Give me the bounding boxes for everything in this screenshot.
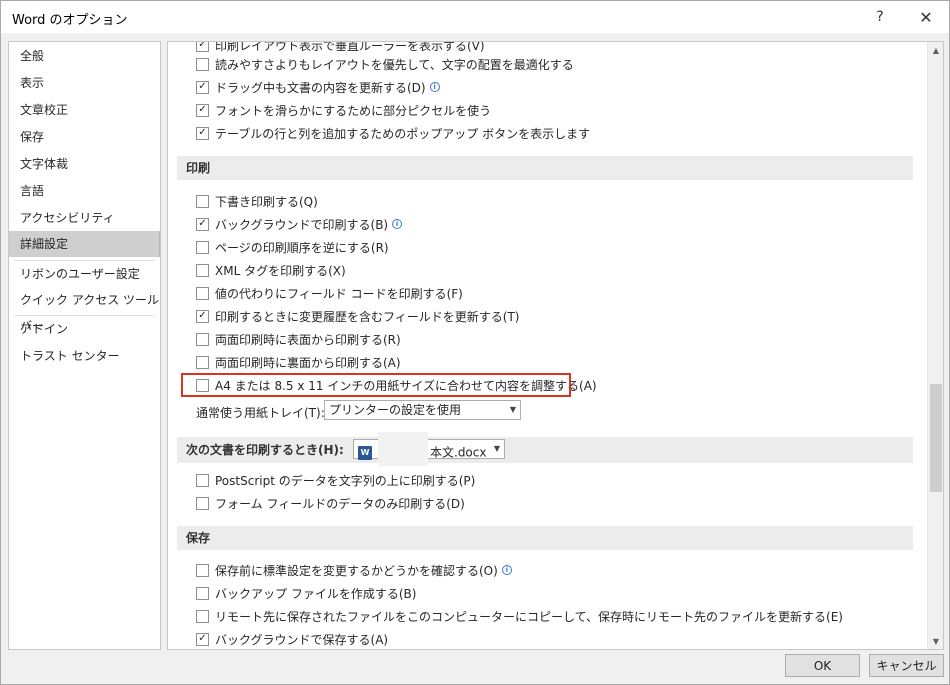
section-header-print-document: 次の文書を印刷するとき(H): [177,437,913,463]
checkbox[interactable]: ✓ [196,103,209,117]
nav-item-proofing[interactable]: 文章校正 [9,97,160,123]
word-document-icon: W [358,446,372,460]
nav-item-advanced[interactable]: 詳細設定 [9,231,160,257]
options-panel: ✓ 印刷レイアウト表示で垂直ルーラーを表示する(V) 読みやすさよりもレイアウトを… [167,41,944,650]
checkbox[interactable] [196,194,209,208]
scroll-down-arrow-icon[interactable]: ▼ [928,633,943,649]
option-print-xml-tags[interactable]: XML タグを印刷する(X) [196,260,346,280]
checkbox[interactable] [196,286,209,300]
info-icon[interactable]: i [429,82,440,92]
checkbox[interactable] [196,57,209,71]
checkbox[interactable] [196,355,209,369]
checkbox[interactable]: ✓ [196,42,209,52]
nav-item-display[interactable]: 表示 [9,70,160,96]
category-nav: 全般 表示 文章校正 保存 文字体裁 言語 アクセシビリティ 詳細設定 リボンの… [8,41,161,650]
checkbox[interactable] [196,586,209,600]
checkbox[interactable] [196,609,209,623]
ok-button[interactable]: OK [785,654,860,677]
option-prompt-before-saving-normal[interactable]: 保存前に標準設定を変更するかどうかを確認する(O) i [196,560,512,580]
chevron-down-icon: ▼ [493,444,500,453]
word-options-dialog: Word のオプション ? ✕ 全般 表示 文章校正 保存 文字体裁 言語 アク… [0,0,950,685]
option-table-popup-buttons[interactable]: ✓ テーブルの行と列を追加するためのポップアップ ボタンを表示します [196,123,590,143]
option-print-background[interactable]: ✓ バックグラウンドで印刷する(B) i [196,214,403,234]
close-button[interactable]: ✕ [903,1,949,33]
help-icon: ? [876,9,884,25]
nav-item-accessibility[interactable]: アクセシビリティ [9,205,160,231]
checkbox[interactable]: ✓ [196,632,209,646]
close-icon: ✕ [919,7,933,27]
nav-item-addins[interactable]: アドイン [9,316,160,342]
checkbox[interactable] [196,496,209,510]
cancel-button[interactable]: キャンセル [869,654,944,677]
window-title: Word のオプション [12,13,128,28]
option-background-save[interactable]: ✓ バックグラウンドで保存する(A) [196,629,388,649]
paper-tray-dropdown[interactable]: プリンターの設定を使用 ▼ [324,400,521,420]
option-subpixel-positioning[interactable]: ✓ フォントを滑らかにするために部分ピクセルを使う [196,100,491,120]
option-optimize-character-positioning[interactable]: 読みやすさよりもレイアウトを優先して、文字の配置を最適化する [196,54,574,74]
checkbox[interactable] [196,240,209,254]
scroll-up-arrow-icon[interactable]: ▲ [928,42,943,58]
option-vertical-ruler[interactable]: ✓ 印刷レイアウト表示で垂直ルーラーを表示する(V) [196,42,485,55]
nav-item-trust-center[interactable]: トラスト センター [9,343,160,369]
help-button[interactable]: ? [857,1,903,33]
option-duplex-front[interactable]: 両面印刷時に表面から印刷する(R) [196,329,401,349]
checkbox[interactable] [196,332,209,346]
chevron-down-icon: ▼ [509,405,516,414]
title-bar: Word のオプション ? ✕ [1,1,949,33]
option-copy-remote-files[interactable]: リモート先に保存されたファイルをこのコンピューターにコピーして、保存時にリモート… [196,606,843,626]
option-reverse-print-order[interactable]: ページの印刷順序を逆にする(R) [196,237,389,257]
nav-item-language[interactable]: 言語 [9,178,160,204]
checkbox[interactable] [196,263,209,277]
checkbox[interactable]: ✓ [196,80,209,94]
option-print-form-data-only[interactable]: フォーム フィールドのデータのみ印刷する(D) [196,493,465,513]
document-dropdown[interactable]: W 本文.docx ▼ [353,432,505,466]
checkbox[interactable]: ✓ [196,309,209,323]
option-duplex-back[interactable]: 両面印刷時に裏面から印刷する(A) [196,352,401,372]
option-update-while-dragging[interactable]: ✓ ドラッグ中も文書の内容を更新する(D) i [196,77,440,97]
section-header-save: 保存 [177,526,913,550]
option-update-tracked-fields[interactable]: ✓ 印刷するときに変更履歴を含むフィールドを更新する(T) [196,306,519,326]
checkbox[interactable]: ✓ [196,126,209,140]
highlight-box [181,373,571,397]
redacted-area [378,432,428,466]
vertical-scrollbar[interactable]: ▲ ▼ [927,42,943,649]
scroll-thumb[interactable] [930,384,942,492]
checkbox[interactable] [196,473,209,487]
checkbox[interactable] [196,563,209,577]
option-print-field-codes[interactable]: 値の代わりにフィールド コードを印刷する(F) [196,283,463,303]
option-draft-print[interactable]: 下書き印刷する(Q) [196,191,318,211]
option-postscript-over-text[interactable]: PostScript のデータを文字列の上に印刷する(P) [196,470,475,490]
section-header-print: 印刷 [177,156,913,180]
nav-item-general[interactable]: 全般 [9,43,160,69]
info-icon[interactable]: i [392,219,403,229]
option-create-backup[interactable]: バックアップ ファイルを作成する(B) [196,583,416,603]
nav-item-quick-access-toolbar[interactable]: クイック アクセス ツール バー [9,287,160,333]
nav-item-customize-ribbon[interactable]: リボンのユーザー設定 [9,261,160,287]
nav-item-typography[interactable]: 文字体裁 [9,151,160,177]
checkbox[interactable]: ✓ [196,217,209,231]
info-icon[interactable]: i [501,565,512,575]
nav-item-save[interactable]: 保存 [9,124,160,150]
paper-tray-label: 通常使う用紙トレイ(T): [196,406,325,420]
